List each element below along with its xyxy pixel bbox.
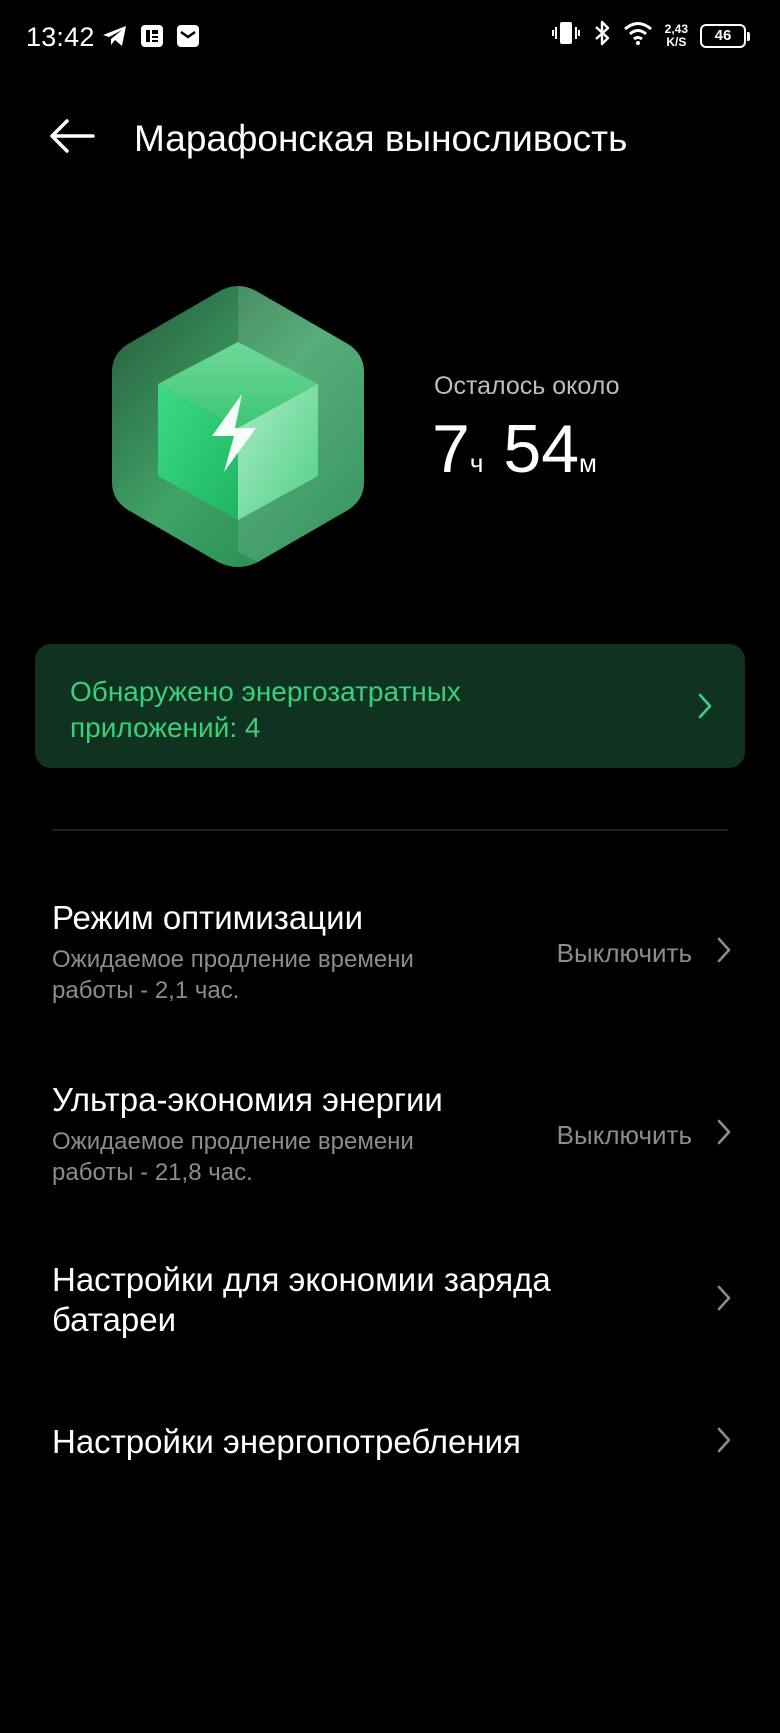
vibrate-icon (551, 20, 581, 51)
page-title: Марафонская выносливость (134, 118, 628, 159)
battery-saving-settings-item[interactable]: Настройки для экономии заряда батареи (0, 1258, 780, 1348)
wifi-icon (623, 21, 653, 50)
battery-level: 46 (714, 27, 732, 44)
power-hungry-apps-banner[interactable]: Обнаружено энергозатратных приложений: 4 (35, 644, 745, 768)
remaining-label: Осталось около (434, 372, 620, 400)
power-consumption-settings-item[interactable]: Настройки энергопотребления (0, 1418, 780, 1468)
item-title: Режим оптимизации (52, 899, 364, 936)
battery-cube-bolt-icon (108, 282, 368, 572)
bluetooth-icon (593, 20, 611, 51)
chevron-right-icon (716, 1284, 732, 1317)
minutes-unit: м (579, 448, 597, 478)
network-speed-value: 2,43 (664, 21, 688, 36)
item-title: Настройки энергопотребления (52, 1423, 521, 1460)
chevron-right-icon (716, 936, 732, 969)
network-speed-unit: K/S (666, 34, 687, 49)
divider (52, 829, 728, 831)
back-button[interactable] (46, 112, 98, 164)
hours-unit: ч (469, 448, 484, 478)
optimization-mode-item[interactable]: Режим оптимизации Ожидаемое продление вр… (0, 890, 780, 1020)
remaining-time: 7ч 54м (432, 410, 597, 488)
network-speed: 2,43 K/S (664, 21, 688, 49)
item-title: Настройки для экономии заряда батареи (52, 1261, 551, 1338)
remaining-hours: 7 (432, 411, 470, 487)
battery-icon: 46 (700, 23, 750, 48)
arrow-left-icon (49, 118, 95, 159)
telegram-icon (102, 24, 128, 53)
chevron-right-icon (716, 1118, 732, 1151)
status-right-icons: 2,43 K/S 46 (551, 20, 750, 51)
item-subtitle: Ожидаемое продление времени работы - 2,1… (52, 946, 414, 1004)
banner-text: Обнаружено энергозатратных приложений: 4 (70, 676, 461, 743)
item-subtitle: Ожидаемое продление времени работы - 21,… (52, 1128, 414, 1186)
mail-icon (176, 24, 200, 53)
item-value: Выключить (556, 1120, 692, 1150)
status-time: 13:42 (26, 22, 95, 52)
news-app-icon (140, 24, 164, 53)
ultra-power-saving-item[interactable]: Ультра-экономия энергии Ожидаемое продле… (0, 1072, 780, 1202)
chevron-right-icon (697, 692, 713, 725)
status-left-icons (102, 24, 200, 53)
item-value: Выключить (556, 938, 692, 968)
chevron-right-icon (716, 1426, 732, 1459)
remaining-minutes: 54 (503, 411, 580, 487)
item-title: Ультра-экономия энергии (52, 1081, 443, 1118)
